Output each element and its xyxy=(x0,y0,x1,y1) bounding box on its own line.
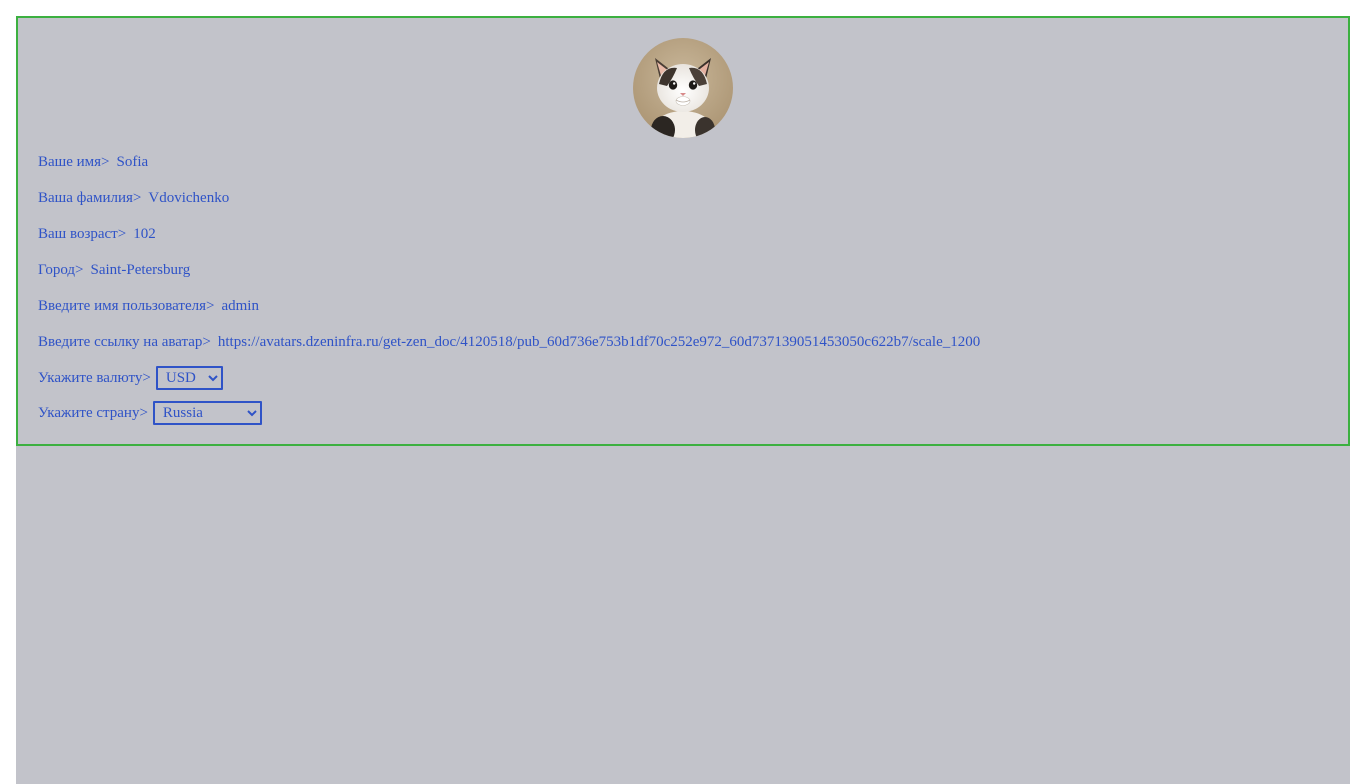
country-label: Укажите страну> xyxy=(38,404,148,421)
avatar-url-label: Введите ссылку на аватар> xyxy=(38,333,211,350)
city-label: Город> xyxy=(38,261,84,278)
profile-card: Ваше имя> Sofia Ваша фамилия> Vdovichenk… xyxy=(16,16,1350,446)
last-name-row: Ваша фамилия> Vdovichenko xyxy=(38,186,229,210)
age-row: Ваш возраст> 102 xyxy=(38,222,156,246)
cat-avatar-image xyxy=(633,38,733,138)
first-name-value[interactable]: Sofia xyxy=(117,154,149,171)
username-row: Введите имя пользователя> admin xyxy=(38,294,259,318)
currency-row: Укажите валюту> USD xyxy=(38,366,223,390)
country-select[interactable]: Russia xyxy=(152,401,262,425)
avatar-url-row: Введите ссылку на аватар> https://avatar… xyxy=(38,330,980,354)
avatar xyxy=(633,38,733,138)
username-label: Введите имя пользователя> xyxy=(38,297,215,314)
last-name-label: Ваша фамилия> xyxy=(38,189,142,206)
city-row: Город> Saint-Petersburg xyxy=(38,258,190,282)
first-name-row: Ваше имя> Sofia xyxy=(38,150,148,174)
currency-select[interactable]: USD xyxy=(155,366,223,390)
age-value[interactable]: 102 xyxy=(133,226,156,243)
username-value[interactable]: admin xyxy=(221,298,259,315)
avatar-url-value[interactable]: https://avatars.dzeninfra.ru/get-zen_doc… xyxy=(218,334,980,351)
age-label: Ваш возраст> xyxy=(38,225,127,242)
first-name-label: Ваше имя> xyxy=(38,153,110,170)
last-name-value[interactable]: Vdovichenko xyxy=(148,190,229,207)
country-row: Укажите страну> Russia xyxy=(38,401,262,425)
city-value[interactable]: Saint-Petersburg xyxy=(91,262,191,279)
currency-label: Укажите валюту> xyxy=(38,369,151,386)
